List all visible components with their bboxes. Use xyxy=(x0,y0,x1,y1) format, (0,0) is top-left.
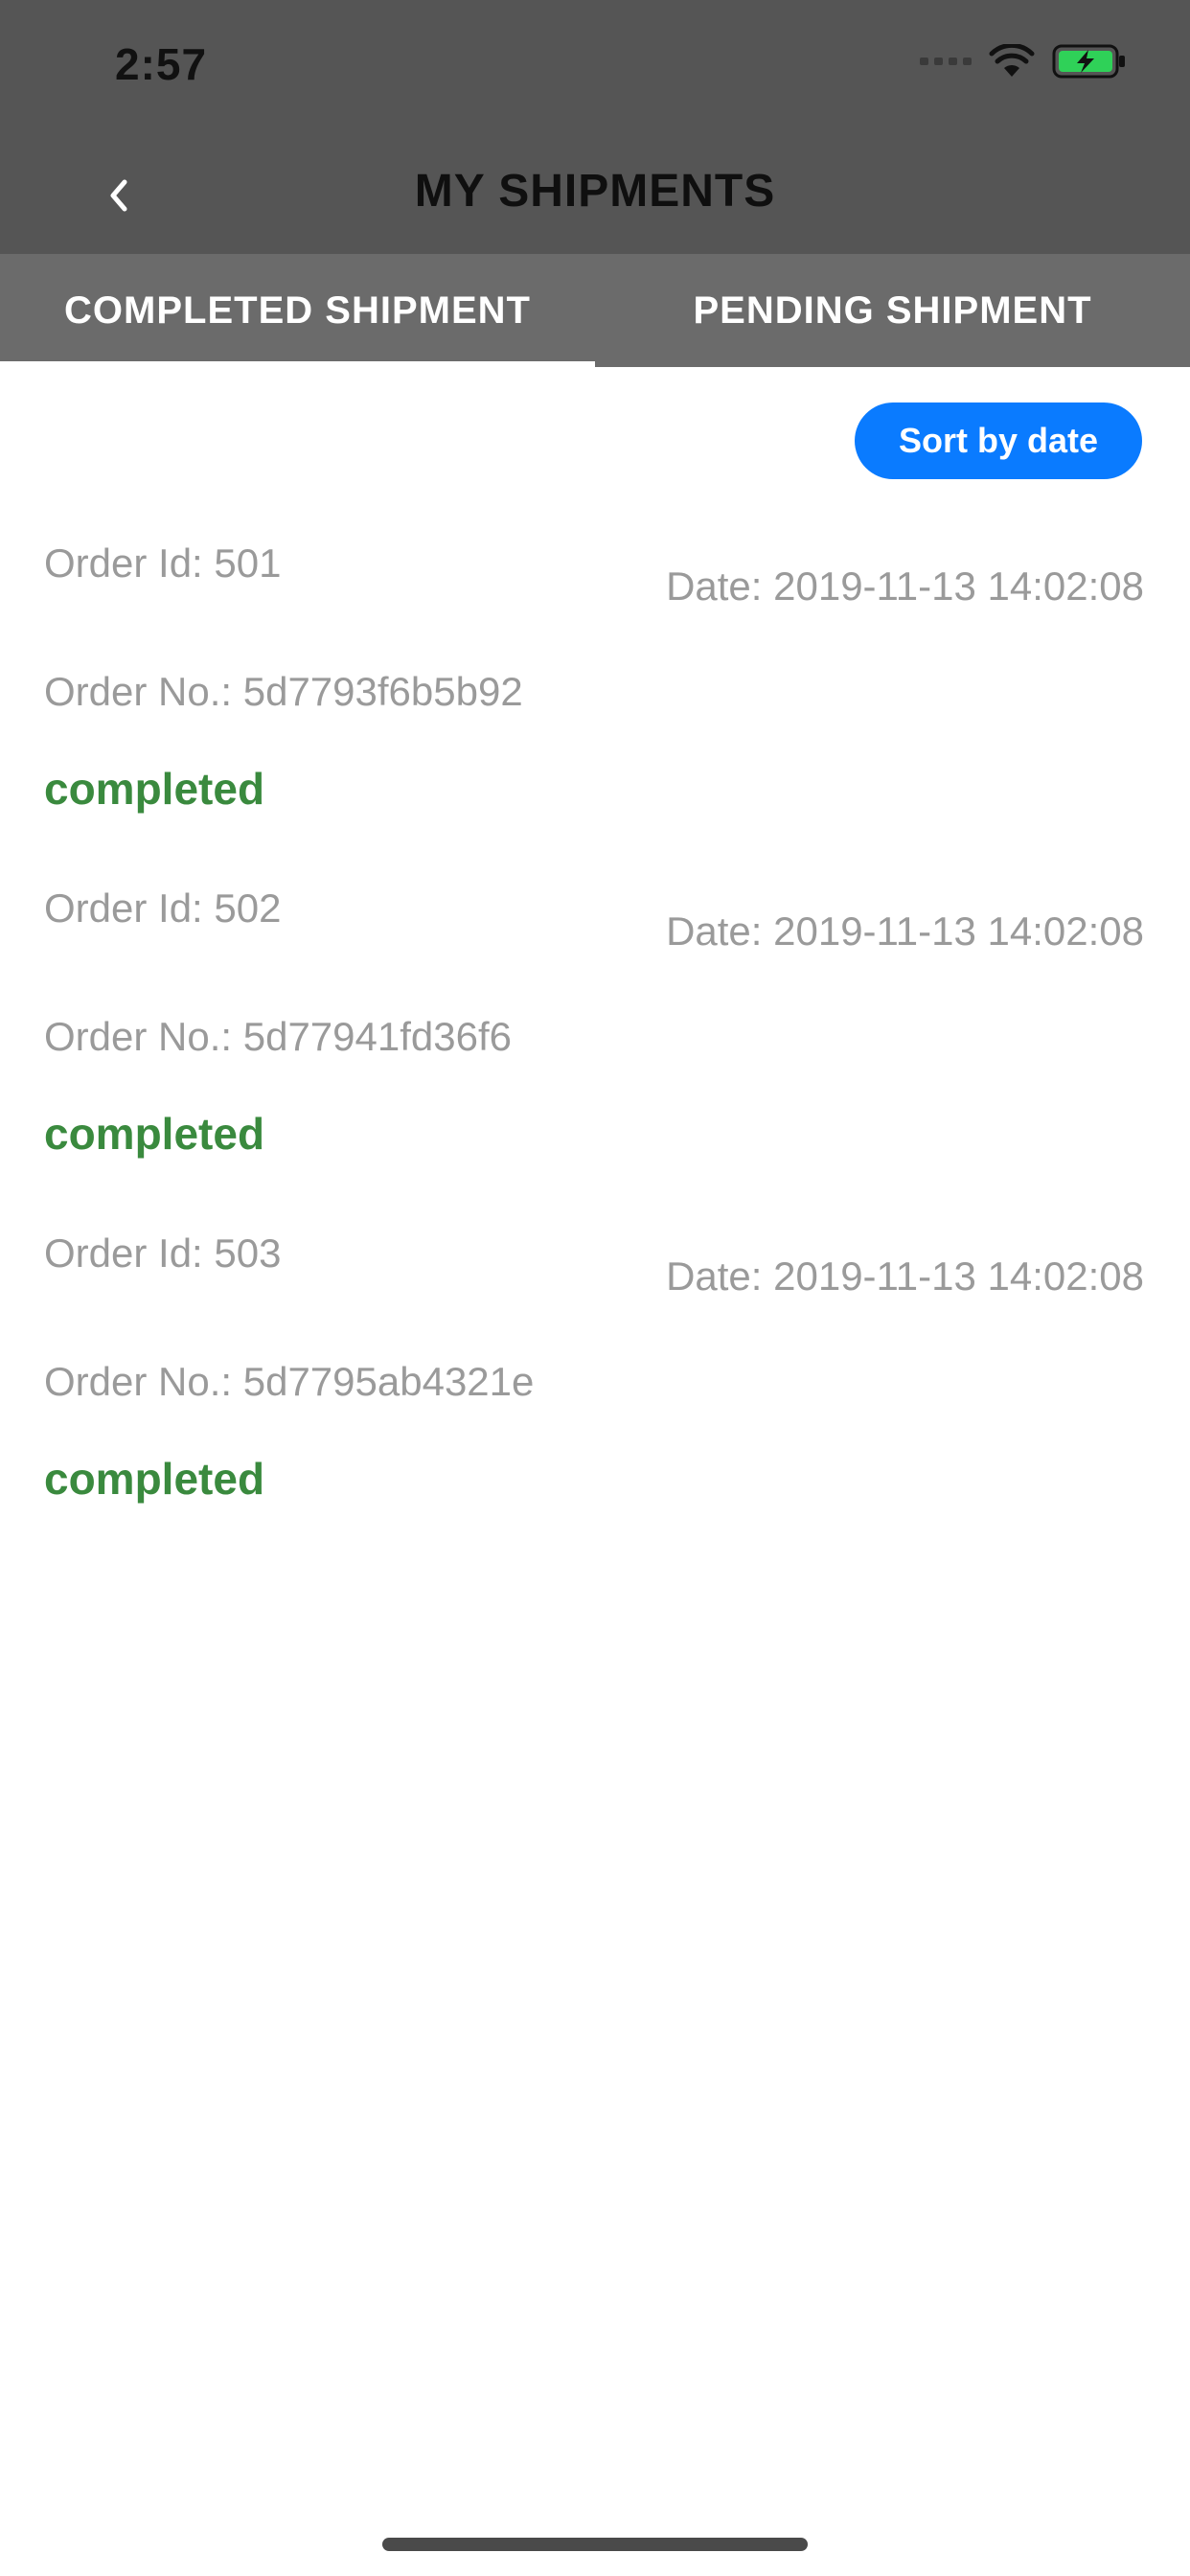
list-item[interactable]: Order Id: 503 Date: 2019-11-13 14:02:08 … xyxy=(0,1208,1190,1552)
top-bar: 2:57 MY SHIPMENTS xyxy=(0,0,1190,254)
shipment-tabs: COMPLETED SHIPMENT PENDING SHIPMENT xyxy=(0,254,1190,367)
tab-label: COMPLETED SHIPMENT xyxy=(64,288,531,332)
status-badge: completed xyxy=(44,1109,265,1159)
status-icons xyxy=(920,42,1129,80)
chevron-left-icon xyxy=(110,179,127,212)
order-number: Order No.: 5d7793f6b5b92 xyxy=(44,669,523,714)
tab-completed-shipment[interactable]: COMPLETED SHIPMENT xyxy=(0,254,595,367)
shipment-list: Order Id: 501 Date: 2019-11-13 14:02:08 … xyxy=(0,518,1190,1552)
status-time: 2:57 xyxy=(115,39,208,89)
list-item[interactable]: Order Id: 502 Date: 2019-11-13 14:02:08 … xyxy=(0,862,1190,1208)
order-number: Order No.: 5d77941fd36f6 xyxy=(44,1014,513,1059)
tab-label: PENDING SHIPMENT xyxy=(693,288,1092,332)
signal-icon xyxy=(920,58,972,65)
order-number: Order No.: 5d7795ab4321e xyxy=(44,1359,535,1404)
order-date: Date: 2019-11-13 14:02:08 xyxy=(666,908,1144,954)
tab-pending-shipment[interactable]: PENDING SHIPMENT xyxy=(595,254,1190,367)
order-id: Order Id: 501 xyxy=(44,540,282,586)
home-indicator[interactable] xyxy=(382,2538,808,2551)
order-date: Date: 2019-11-13 14:02:08 xyxy=(666,564,1144,609)
status-badge: completed xyxy=(44,1454,265,1504)
battery-charging-icon xyxy=(1052,44,1125,79)
order-id: Order Id: 503 xyxy=(44,1230,282,1276)
status-badge: completed xyxy=(44,764,265,814)
order-date: Date: 2019-11-13 14:02:08 xyxy=(666,1254,1144,1299)
order-id: Order Id: 502 xyxy=(44,886,282,931)
wifi-icon xyxy=(989,44,1035,77)
sort-by-date-button[interactable]: Sort by date xyxy=(855,402,1142,479)
list-item[interactable]: Order Id: 501 Date: 2019-11-13 14:02:08 … xyxy=(0,518,1190,862)
header: MY SHIPMENTS xyxy=(0,144,1190,254)
active-tab-indicator xyxy=(0,361,595,367)
back-button[interactable] xyxy=(88,165,149,226)
page-title: MY SHIPMENTS xyxy=(414,166,776,217)
